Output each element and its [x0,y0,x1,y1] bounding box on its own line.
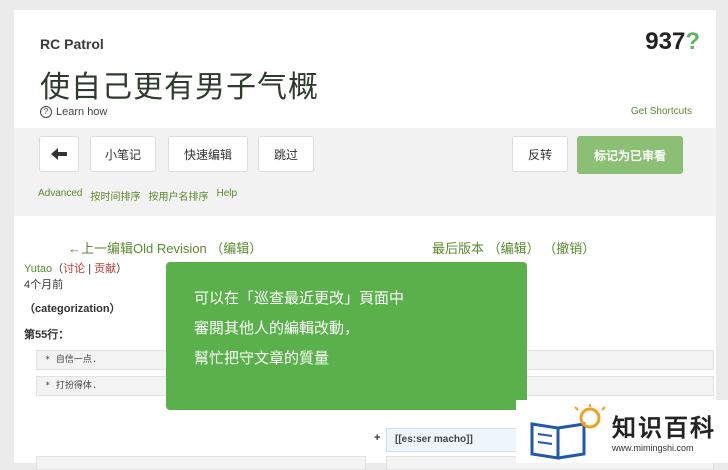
mark-patrolled-button[interactable]: 标记为已审看 [577,136,683,174]
help-link[interactable]: Help [216,188,237,203]
sort-by-time-link[interactable]: 按时间排序 [90,188,140,203]
question-icon: ? [40,106,52,118]
overlay-line-2: 審閱其他人的編輯改動， [194,320,360,337]
arrow-left-icon [51,148,67,160]
overlay-line-3: 幫忙把守文章的質量 [194,350,330,367]
quick-edit-button[interactable]: 快速编辑 [168,136,248,172]
old-author-talk-link[interactable]: 讨论 [63,263,85,275]
app-name: RC Patrol [40,36,104,52]
paren-close: ） [116,263,128,275]
rollback-button[interactable]: 反转 [512,136,568,172]
added-marker: + [374,432,381,444]
diff-section-title: （categorization） [24,303,121,315]
instruction-overlay: 可以在「巡查最近更改」頁面中 審閱其他人的編輯改動， 幫忙把守文章的質量 [166,262,527,410]
latest-revision-link[interactable]: 最后版本 [432,241,484,256]
latest-undo-link[interactable]: （撤销） [543,241,595,256]
paren-open: （ [52,263,64,275]
advanced-link[interactable]: Advanced [38,188,82,203]
latest-edit-link[interactable]: （编辑） [488,241,540,256]
page-title: 使自己更有男子气概 [40,70,319,105]
watermark-brand: 知识百科 [612,415,716,442]
learn-how-link[interactable]: ? Learn how [40,106,107,118]
book-lightbulb-icon [530,404,606,460]
old-revision-age: 4个月前 [24,279,64,291]
overlay-line-1: 可以在「巡查最近更改」頁面中 [194,290,405,307]
header: RC Patrol 937? 使自己更有男子气概 ? Learn how Get … [14,10,716,128]
old-line-3 [36,456,366,470]
toolbar: 小笔记 快速编辑 跳过 反转 标记为已审看 Advanced 按时间排序 按用户… [14,128,716,216]
old-author: Yutao（讨论 | 贡献） 4个月前 [24,260,127,292]
old-author-link[interactable]: Yutao [24,263,52,275]
counter-number: 937 [645,28,686,55]
notes-button[interactable]: 小笔记 [90,136,156,172]
diff-line-number: 第55行： [24,329,70,341]
patrol-counter: 937? [645,28,700,56]
learn-how-label: Learn how [56,106,108,118]
sort-by-user-link[interactable]: 按用户名排序 [148,188,208,203]
old-revision-header[interactable]: ←上一编辑Old Revision （编辑） [68,238,262,257]
watermark-url: www.mimingshi.com [612,443,694,453]
latest-revision-header: 最后版本 （编辑） （撤销） [432,238,595,257]
separator: | [85,263,95,275]
get-shortcuts-link[interactable]: Get Shortcuts [631,106,692,117]
filter-links: Advanced 按时间排序 按用户名排序 Help [38,188,237,203]
watermark: 知识百科 www.mimingshi.com [516,400,728,463]
counter-help-mark[interactable]: ? [685,28,700,55]
skip-button[interactable]: 跳过 [258,136,314,172]
back-button[interactable] [39,136,79,172]
old-author-contrib-link[interactable]: 贡献 [94,263,116,275]
